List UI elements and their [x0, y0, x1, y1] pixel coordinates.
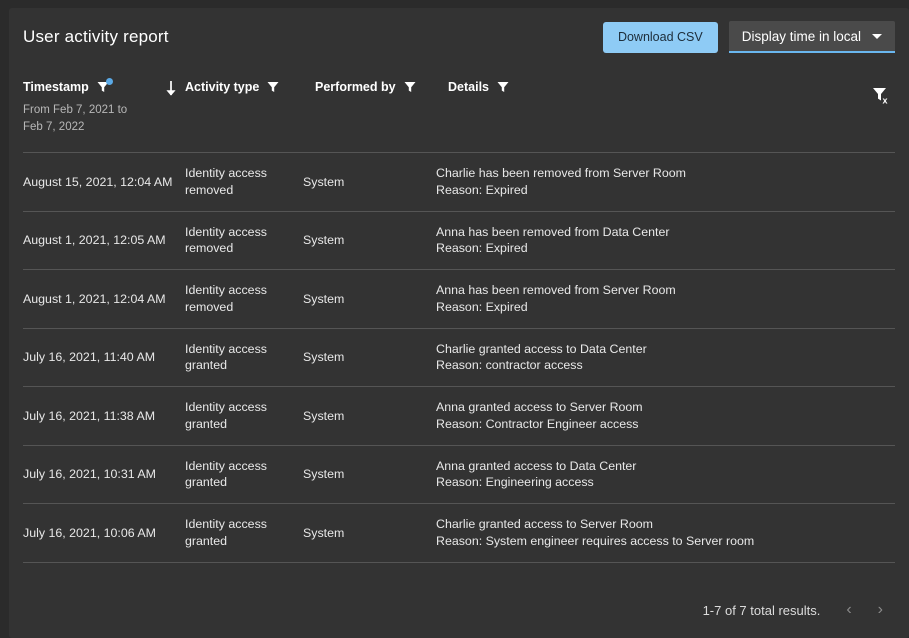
table-row[interactable]: August 15, 2021, 12:04 AM Identity acces…	[23, 152, 895, 211]
column-header-details: Details	[448, 66, 895, 152]
cell-details: Anna granted access to Server Room Reaso…	[436, 399, 895, 432]
details-line-2: Reason: Engineering access	[436, 474, 885, 491]
table-header: Timestamp From Feb 7, 2021 to Feb 7, 202…	[9, 66, 909, 152]
table-row[interactable]: July 16, 2021, 11:40 AM Identity access …	[23, 328, 895, 387]
pagination-controls: ‹ ›	[842, 600, 887, 620]
details-line-1: Charlie granted access to Data Center	[436, 342, 647, 356]
column-header-activity-type: Activity type	[185, 66, 315, 152]
clear-filters-icon[interactable]: x	[871, 86, 893, 106]
table-row[interactable]: July 16, 2021, 10:31 AM Identity access …	[23, 445, 895, 504]
column-label-details: Details	[448, 80, 489, 94]
details-line-2: Reason: System engineer requires access …	[436, 533, 885, 550]
filter-funnel-glyph	[266, 80, 280, 94]
activity-table-body: August 15, 2021, 12:04 AM Identity acces…	[9, 152, 909, 582]
display-time-dropdown[interactable]: Display time in local	[729, 21, 895, 53]
details-line-1: Anna has been removed from Data Center	[436, 225, 670, 239]
cell-performed-by: System	[303, 408, 436, 425]
chevron-left-icon[interactable]: ‹	[842, 600, 855, 620]
cell-activity-type: Identity access granted	[185, 399, 303, 432]
chevron-down-icon	[872, 34, 882, 39]
timestamp-filter-range: From Feb 7, 2021 to Feb 7, 2022	[23, 102, 135, 136]
app-page: User activity report Download CSV Displa…	[0, 0, 909, 638]
table-footer: 1-7 of 7 total results. ‹ ›	[9, 582, 909, 638]
cell-performed-by: System	[303, 291, 436, 308]
cell-details: Anna granted access to Data Center Reaso…	[436, 458, 895, 491]
cell-activity-type: Identity access removed	[185, 282, 303, 315]
cell-timestamp: July 16, 2021, 11:38 AM	[23, 408, 185, 425]
report-toolbar: User activity report Download CSV Displa…	[9, 8, 909, 66]
details-line-1: Anna granted access to Server Room	[436, 400, 643, 414]
details-line-1: Anna has been removed from Server Room	[436, 283, 676, 297]
details-line-2: Reason: Expired	[436, 182, 885, 199]
cell-performed-by: System	[303, 525, 436, 542]
table-row[interactable]: August 1, 2021, 12:05 AM Identity access…	[23, 211, 895, 270]
cell-timestamp: August 1, 2021, 12:05 AM	[23, 232, 185, 249]
filter-icon[interactable]	[266, 80, 280, 94]
toolbar-actions: Download CSV Display time in local	[603, 21, 895, 53]
cell-performed-by: System	[303, 349, 436, 366]
details-line-1: Charlie has been removed from Server Roo…	[436, 166, 686, 180]
cell-details: Charlie granted access to Data Center Re…	[436, 341, 895, 374]
cell-details: Charlie has been removed from Server Roo…	[436, 165, 895, 198]
download-csv-button[interactable]: Download CSV	[603, 22, 718, 53]
details-line-2: Reason: contractor access	[436, 357, 885, 374]
details-line-2: Reason: Expired	[436, 299, 885, 316]
table-row[interactable]: August 1, 2021, 12:04 AM Identity access…	[23, 269, 895, 328]
column-header-timestamp: Timestamp From Feb 7, 2021 to Feb 7, 202…	[23, 66, 185, 152]
cell-activity-type: Identity access granted	[185, 341, 303, 374]
table-row[interactable]: July 16, 2021, 11:38 AM Identity access …	[23, 386, 895, 445]
filter-icon[interactable]	[403, 80, 417, 94]
cell-details: Charlie granted access to Server Room Re…	[436, 516, 895, 549]
cell-performed-by: System	[303, 174, 436, 191]
details-line-1: Charlie granted access to Server Room	[436, 517, 653, 531]
svg-text:x: x	[883, 96, 888, 106]
cell-activity-type: Identity access granted	[185, 458, 303, 491]
details-line-2: Reason: Expired	[436, 240, 885, 257]
sort-descending-arrow-icon[interactable]	[163, 80, 179, 98]
cell-activity-type: Identity access granted	[185, 516, 303, 549]
results-count: 1-7 of 7 total results.	[703, 603, 821, 618]
filter-funnel-glyph	[496, 80, 510, 94]
user-activity-report-card: User activity report Download CSV Displa…	[9, 8, 909, 638]
cell-timestamp: August 1, 2021, 12:04 AM	[23, 291, 185, 308]
column-header-performed-by: Performed by	[315, 66, 448, 152]
column-label-performed-by: Performed by	[315, 80, 396, 94]
details-line-1: Anna granted access to Data Center	[436, 459, 636, 473]
cell-timestamp: July 16, 2021, 10:31 AM	[23, 466, 185, 483]
table-row[interactable]: July 16, 2021, 10:06 AM Identity access …	[23, 503, 895, 562]
cell-activity-type: Identity access removed	[185, 165, 303, 198]
cell-timestamp: July 16, 2021, 10:06 AM	[23, 525, 185, 542]
display-time-dropdown-label: Display time in local	[742, 29, 861, 44]
filter-active-badge	[106, 78, 113, 85]
column-label-timestamp: Timestamp	[23, 80, 89, 94]
cell-activity-type: Identity access removed	[185, 224, 303, 257]
filter-funnel-glyph	[403, 80, 417, 94]
cell-timestamp: July 16, 2021, 11:40 AM	[23, 349, 185, 366]
page-title: User activity report	[23, 27, 169, 47]
column-label-activity-type: Activity type	[185, 80, 259, 94]
cell-details: Anna has been removed from Data Center R…	[436, 224, 895, 257]
cell-details: Anna has been removed from Server Room R…	[436, 282, 895, 315]
chevron-right-icon[interactable]: ›	[874, 600, 887, 620]
filter-icon[interactable]	[96, 80, 110, 94]
cell-performed-by: System	[303, 232, 436, 249]
details-line-2: Reason: Contractor Engineer access	[436, 416, 885, 433]
cell-timestamp: August 15, 2021, 12:04 AM	[23, 174, 185, 191]
cell-performed-by: System	[303, 466, 436, 483]
table-bottom-divider	[23, 562, 895, 563]
filter-icon[interactable]	[496, 80, 510, 94]
